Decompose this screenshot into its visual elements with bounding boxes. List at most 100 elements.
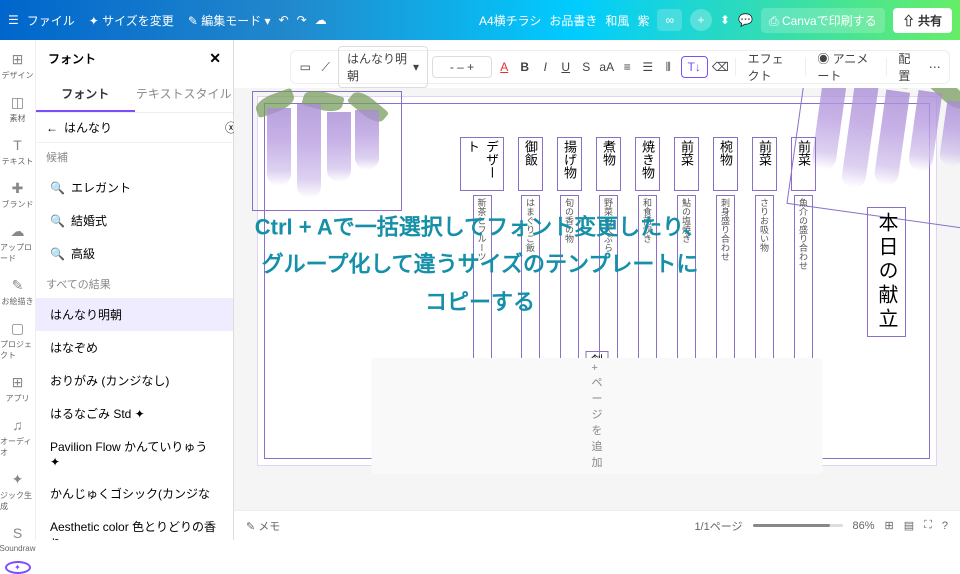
- close-icon[interactable]: ✕: [209, 50, 221, 67]
- col-body[interactable]: さりお吸い物: [755, 195, 774, 375]
- rail-label: アプリ: [6, 393, 30, 404]
- suggestion-item[interactable]: 🔍 エレガント: [36, 171, 233, 204]
- rail-icon: ▢: [9, 319, 27, 337]
- rail-お絵描き[interactable]: ✎お絵描き: [0, 272, 35, 311]
- rail-テキスト[interactable]: Tテキスト: [0, 132, 35, 171]
- col-body[interactable]: 新茶とフルーツ: [473, 195, 492, 375]
- font-item[interactable]: はるなごみ Std ✦: [36, 397, 233, 430]
- add-icon[interactable]: +: [690, 9, 712, 31]
- add-page-button[interactable]: + ページを追加: [372, 358, 823, 474]
- redo-icon[interactable]: ↷: [297, 13, 307, 27]
- clear-format-icon[interactable]: ⌫: [712, 56, 729, 78]
- fullscreen-icon[interactable]: ⛶: [924, 519, 932, 532]
- cloud-sync-icon[interactable]: ☁: [315, 13, 327, 27]
- notes-button[interactable]: ✎ メモ: [246, 518, 280, 534]
- presenter-icon[interactable]: ▤: [904, 519, 914, 532]
- ai-sparkle-icon[interactable]: ✦: [5, 561, 31, 574]
- italic-icon[interactable]: I: [537, 56, 554, 78]
- vertical-text-icon[interactable]: T↓: [681, 56, 708, 78]
- shape-icon[interactable]: ▭: [297, 56, 314, 78]
- rail-オーディオ[interactable]: ♫オーディオ: [0, 412, 35, 462]
- align-icon[interactable]: ≡: [619, 56, 636, 78]
- col-body[interactable]: 刺身盛り合わせ: [716, 195, 735, 375]
- rail-ブランド[interactable]: ✚ブランド: [0, 175, 35, 214]
- rail-icon: ✎: [9, 276, 27, 294]
- col-body[interactable]: はまぐりご飯: [521, 195, 540, 375]
- col-heading[interactable]: 前菜: [674, 137, 699, 191]
- col-heading[interactable]: デザート: [460, 137, 504, 191]
- col-heading[interactable]: 煮物: [596, 137, 621, 191]
- rail-プロジェクト[interactable]: ▢プロジェクト: [0, 315, 35, 365]
- suggestion-item[interactable]: 🔍 高級: [36, 237, 233, 270]
- doc-meta[interactable]: お品書き: [549, 12, 597, 29]
- zoom-level[interactable]: 86%: [853, 520, 875, 532]
- doc-meta[interactable]: 和風: [605, 12, 629, 29]
- font-selector[interactable]: はんなり明朝▾: [338, 46, 428, 88]
- zoom-slider[interactable]: [753, 524, 843, 527]
- position-button[interactable]: 配置: [892, 47, 922, 87]
- strikethrough-icon[interactable]: S: [578, 56, 595, 78]
- back-icon[interactable]: ←: [46, 121, 58, 135]
- share-button[interactable]: ⇧ 共有: [893, 8, 952, 33]
- effects-button[interactable]: エフェクト: [742, 47, 799, 87]
- col-body[interactable]: 鮎の塩焼き: [677, 195, 696, 375]
- help-icon[interactable]: ?: [942, 520, 948, 532]
- tab-fonts[interactable]: フォント: [36, 77, 135, 112]
- canvas-area[interactable]: 本日の献立 前菜魚介の盛り合わせ前菜さりお吸い物椀物刺身盛り合わせ前菜鮎の塩焼き…: [234, 88, 960, 510]
- font-item[interactable]: はんなり明朝: [36, 298, 233, 331]
- rail-label: ブランド: [2, 199, 34, 210]
- suggestion-item[interactable]: 🔍 結婚式: [36, 204, 233, 237]
- rail-icon: ☁: [9, 222, 27, 240]
- rail-ジック生成[interactable]: ✦ジック生成: [0, 466, 35, 516]
- tab-textstyles[interactable]: テキストスタイル: [135, 77, 234, 112]
- menu-editmode[interactable]: ✎ 編集モード ▾: [188, 12, 271, 29]
- grid-view-icon[interactable]: ⊞: [885, 519, 894, 532]
- bold-icon[interactable]: B: [517, 56, 534, 78]
- textcolor-icon[interactable]: A: [496, 56, 513, 78]
- rail-icon: ⊞: [9, 373, 27, 391]
- font-item[interactable]: Aesthetic color 色とりどりの香り: [36, 510, 233, 540]
- infinity-icon[interactable]: ∞: [657, 9, 682, 31]
- underline-icon[interactable]: U: [558, 56, 575, 78]
- spacing-icon[interactable]: ⫴: [660, 56, 677, 78]
- menu-title[interactable]: 本日の献立: [867, 207, 906, 337]
- menu-resize[interactable]: ✦ サイズを変更: [89, 12, 174, 29]
- fontsize-stepper[interactable]: - – +: [432, 56, 492, 78]
- line-icon[interactable]: ⟋: [318, 56, 335, 78]
- doc-meta[interactable]: 紫: [637, 12, 649, 29]
- col-heading[interactable]: 焼き物: [635, 137, 660, 191]
- col-body[interactable]: 野菜の天ぷら: [599, 195, 618, 375]
- rail-素材[interactable]: ◫素材: [0, 89, 35, 128]
- print-button[interactable]: ⎙ Canvaで印刷する: [761, 8, 885, 33]
- rail-デザイン[interactable]: ⊞デザイン: [0, 46, 35, 85]
- undo-icon[interactable]: ↶: [279, 13, 289, 27]
- animate-button[interactable]: ◉ アニメート: [811, 47, 879, 87]
- font-item[interactable]: おりがみ (カンジなし): [36, 364, 233, 397]
- case-icon[interactable]: aA: [599, 56, 616, 78]
- rail-Soundraw[interactable]: SSoundraw: [0, 520, 35, 557]
- col-body[interactable]: 魚介の盛り合わせ: [794, 195, 813, 375]
- font-item[interactable]: はなぞめ: [36, 331, 233, 364]
- comment-icon[interactable]: 💬: [738, 13, 753, 27]
- doc-meta[interactable]: A4横チラシ: [479, 12, 541, 29]
- col-heading[interactable]: 前菜: [791, 137, 816, 191]
- rail-label: オーディオ: [0, 436, 35, 458]
- font-item[interactable]: かんじゅくゴシック(カンジな: [36, 477, 233, 510]
- page-indicator[interactable]: 1/1ページ: [694, 518, 742, 534]
- font-item[interactable]: Pavilion Flow かんていりゅう ✦: [36, 430, 233, 477]
- rail-アプリ[interactable]: ⊞ アプリ: [0, 369, 35, 408]
- rail-アップロード[interactable]: ☁アップロード: [0, 218, 35, 268]
- hamburger-icon[interactable]: ☰: [8, 13, 19, 27]
- menu-file[interactable]: ファイル: [27, 12, 75, 29]
- col-body[interactable]: 和食前炊き: [638, 195, 657, 375]
- col-heading[interactable]: 揚げ物: [557, 137, 582, 191]
- chart-icon[interactable]: ⬍: [720, 13, 730, 27]
- font-search-input[interactable]: [64, 121, 219, 135]
- list-icon[interactable]: ☰: [640, 56, 657, 78]
- col-heading[interactable]: 前菜: [752, 137, 777, 191]
- col-heading[interactable]: 御飯: [518, 137, 543, 191]
- col-body[interactable]: 旬の香の物: [560, 195, 579, 375]
- more-icon[interactable]: ⋯: [926, 56, 943, 78]
- col-heading[interactable]: 椀物: [713, 137, 738, 191]
- rail-label: テキスト: [2, 156, 34, 167]
